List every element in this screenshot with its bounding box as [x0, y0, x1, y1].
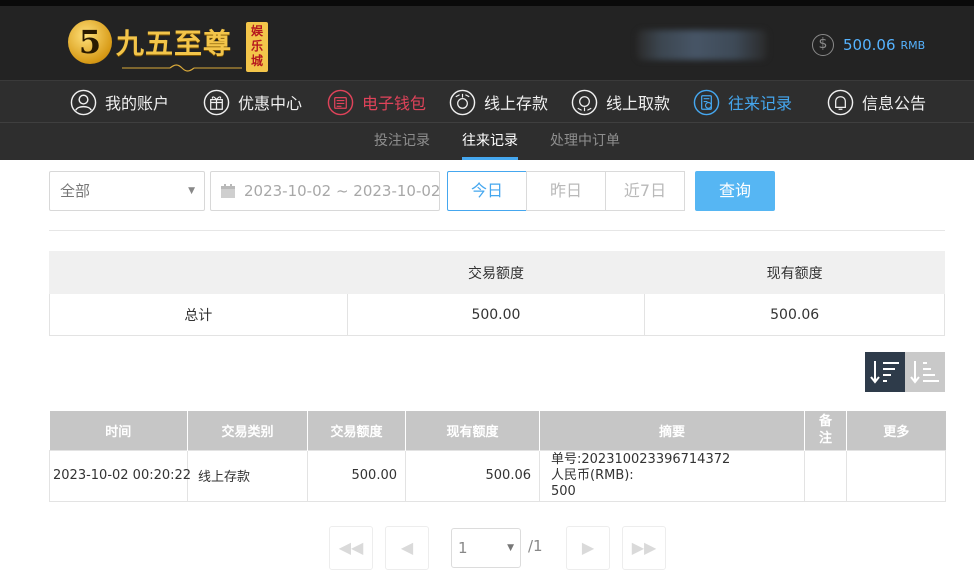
nav-item-online-withdraw[interactable]: 线上取款: [571, 81, 670, 123]
summary-current-total: 500.06: [644, 293, 945, 336]
logo-subtitle: 娱乐城: [246, 22, 268, 72]
divider: [49, 230, 945, 231]
main-nav: 我的账户 优惠中心 电子钱包 线上存款 线上取款 往来记录 信息公告: [0, 80, 974, 122]
balance-display: $ 500.06 RMB: [812, 34, 925, 56]
last-7-days-button[interactable]: 近7日: [605, 171, 685, 211]
nav-label-online-deposit: 线上存款: [484, 94, 549, 113]
summary-header-blank: [49, 251, 348, 294]
double-chevron-right-icon: ▶▶: [631, 538, 657, 557]
col-header-time: 时间: [49, 411, 188, 450]
sort-ascending-icon: [910, 361, 939, 384]
chevron-left-icon: ◀: [400, 538, 414, 557]
next-page-button[interactable]: ▶: [566, 526, 610, 570]
summary-order-number: 单号:202310023396714372: [551, 451, 731, 467]
account-name-blurred: [637, 30, 767, 60]
sub-nav: 投注记录 往来记录 处理中订单: [0, 122, 974, 160]
cell-amount: 500.00: [307, 449, 406, 502]
cell-balance: 500.06: [405, 449, 540, 502]
withdraw-icon: [571, 89, 598, 115]
transaction-type-value: 全部: [60, 182, 91, 200]
yesterday-button[interactable]: 昨日: [526, 171, 606, 211]
today-button[interactable]: 今日: [447, 171, 527, 211]
summary-total-row: 总计 500.00 500.06: [49, 293, 945, 336]
logo-badge: 5: [68, 20, 112, 64]
date-range-value: 2023-10-02 ~ 2023-10-02: [244, 182, 440, 200]
summary-currency-amount: 500: [551, 483, 576, 499]
col-header-amount: 交易额度: [307, 411, 406, 450]
table-row: 2023-10-02 00:20:22 线上存款 500.00 500.06 单…: [49, 449, 946, 502]
summary-header-row: 交易额度 现有额度: [49, 251, 945, 294]
balance-amount: 500.06: [843, 36, 896, 54]
cell-type: 线上存款: [187, 449, 308, 502]
nav-label-online-withdraw: 线上取款: [606, 94, 671, 113]
records-table: 时间 交易类别 交易额度 现有额度 摘要 备注 更多 2023-10-02 00…: [49, 411, 946, 502]
page-total: /1: [528, 537, 543, 555]
cell-time: 2023-10-02 00:20:22: [49, 449, 191, 502]
subtab-transaction-records[interactable]: 往来记录: [462, 123, 518, 160]
summary-total-label: 总计: [49, 293, 348, 336]
nav-item-announcements[interactable]: 信息公告: [827, 81, 926, 123]
date-range-input[interactable]: 2023-10-02 ~ 2023-10-02: [210, 171, 440, 211]
summary-header-trade-amount: 交易额度: [346, 251, 646, 294]
nav-label-e-wallet: 电子钱包: [362, 94, 427, 113]
query-button[interactable]: 查询: [695, 171, 775, 211]
gift-icon: [203, 89, 230, 115]
page-select[interactable]: 1 ▼: [451, 528, 521, 568]
col-header-summary: 摘要: [539, 411, 805, 450]
site-header: 5 九五至尊 娱乐城 $ 500.06 RMB: [0, 6, 974, 80]
nav-label-transaction-records: 往来记录: [728, 94, 793, 113]
records-icon: [693, 89, 720, 115]
balance-currency: RMB: [900, 38, 926, 52]
deposit-icon: [449, 89, 476, 115]
nav-label-my-account: 我的账户: [105, 94, 170, 113]
sort-descending-button[interactable]: [865, 352, 905, 392]
nav-label-promotions: 优惠中心: [238, 94, 303, 113]
nav-item-e-wallet[interactable]: 电子钱包: [327, 81, 426, 123]
summary-currency-label: 人民币(RMB):: [551, 467, 634, 483]
chevron-down-icon: ▼: [507, 543, 514, 553]
chevron-right-icon: ▶: [581, 538, 595, 557]
first-page-button[interactable]: ◀◀: [329, 526, 373, 570]
nav-item-my-account[interactable]: 我的账户: [70, 81, 169, 123]
nav-item-transaction-records[interactable]: 往来记录: [693, 81, 792, 123]
site-logo[interactable]: 5 九五至尊 娱乐城: [68, 16, 268, 76]
nav-label-announcements: 信息公告: [862, 94, 927, 113]
calendar-icon: [221, 184, 235, 198]
summary-header-current-balance: 现有额度: [644, 251, 945, 294]
sort-descending-icon: [870, 361, 899, 384]
col-header-note: 备注: [804, 411, 847, 450]
col-header-type: 交易类别: [187, 411, 308, 450]
prev-page-button[interactable]: ◀: [385, 526, 429, 570]
col-header-balance: 现有额度: [405, 411, 540, 450]
dollar-coin-icon: $: [812, 34, 834, 56]
summary-trade-total: 500.00: [346, 293, 646, 336]
col-header-more: 更多: [846, 411, 946, 450]
cell-note: [804, 449, 847, 502]
col-header-note-text: 备注: [818, 414, 832, 447]
last-page-button[interactable]: ▶▶: [622, 526, 666, 570]
records-header-row: 时间 交易类别 交易额度 现有额度 摘要 备注 更多: [49, 411, 946, 450]
summary-table: 交易额度 现有额度 总计 500.00 500.06: [49, 251, 945, 336]
wallet-icon: [327, 89, 354, 115]
nav-item-online-deposit[interactable]: 线上存款: [449, 81, 548, 123]
sort-ascending-button[interactable]: [905, 352, 945, 392]
user-icon: [70, 89, 97, 115]
bell-icon: [827, 89, 854, 115]
double-chevron-left-icon: ◀◀: [338, 538, 364, 557]
subtab-pending-orders[interactable]: 处理中订单: [550, 123, 620, 160]
transaction-type-select[interactable]: 全部 ▼: [49, 171, 205, 211]
logo-text: 九五至尊: [116, 27, 233, 60]
page-select-value: 1: [458, 539, 468, 557]
nav-item-promotions[interactable]: 优惠中心: [203, 81, 302, 123]
cell-summary: 单号:202310023396714372 人民币(RMB): 500: [539, 449, 805, 502]
filter-bar: 全部 ▼ 2023-10-02 ~ 2023-10-02 今日 昨日 近7日 查…: [49, 171, 949, 211]
logo-ornament-icon: [122, 64, 242, 72]
subtab-bet-records[interactable]: 投注记录: [374, 123, 430, 160]
chevron-down-icon: ▼: [188, 186, 195, 196]
cell-more: [846, 449, 946, 502]
